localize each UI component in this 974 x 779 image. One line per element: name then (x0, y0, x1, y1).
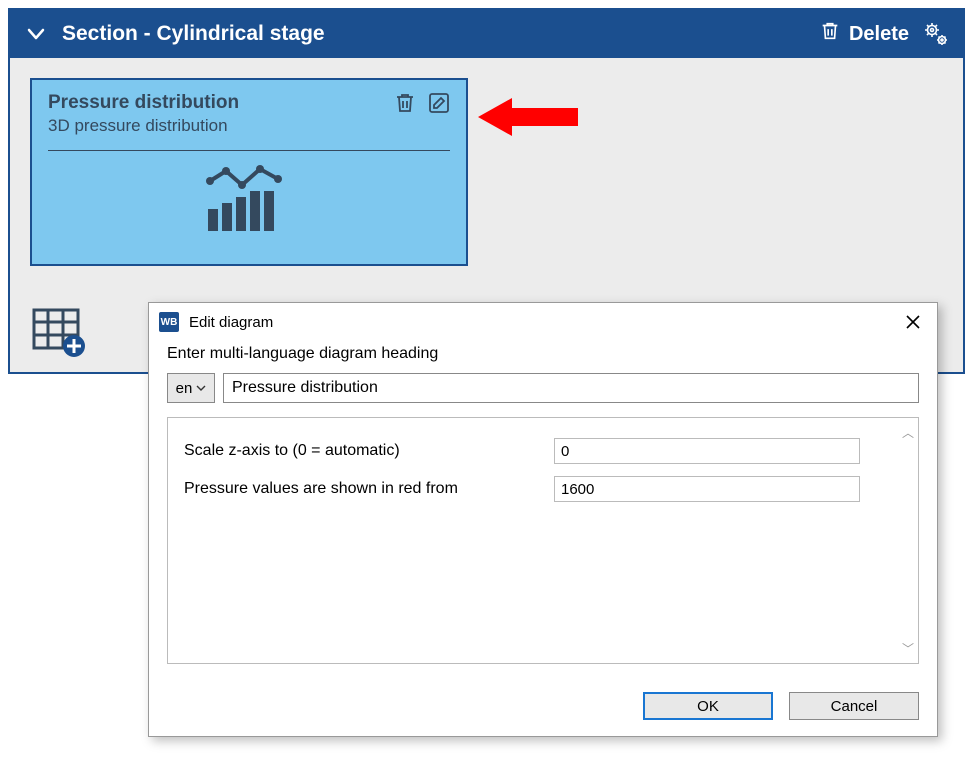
settings-gears-icon[interactable] (923, 21, 949, 47)
card-title: Pressure distribution (48, 92, 450, 114)
scale-z-input[interactable] (554, 438, 860, 464)
trash-icon (819, 20, 841, 48)
dialog-title: Edit diagram (189, 314, 889, 331)
heading-input[interactable] (223, 373, 919, 403)
card-delete-icon[interactable] (392, 90, 418, 116)
annotation-arrow-icon (478, 96, 578, 138)
dialog-instruction: Enter multi-language diagram heading (167, 345, 919, 363)
setting-row: Pressure values are shown in red from (184, 470, 892, 508)
app-logo-icon: WB (159, 312, 179, 332)
collapse-chevron-icon[interactable] (24, 22, 48, 46)
bar-chart-icon (48, 161, 450, 236)
delete-label: Delete (849, 23, 909, 46)
setting-label: Pressure values are shown in red from (184, 480, 554, 498)
ok-button[interactable]: OK (643, 692, 773, 720)
close-icon[interactable] (899, 308, 927, 336)
diagram-card[interactable]: Pressure distribution 3D pressure distri… (30, 78, 468, 266)
card-edit-icon[interactable] (426, 90, 452, 116)
setting-row: Scale z-axis to (0 = automatic) (184, 432, 892, 470)
cancel-button[interactable]: Cancel (789, 692, 919, 720)
section-title: Section - Cylindrical stage (62, 22, 819, 46)
settings-panel: ︿ Scale z-axis to (0 = automatic) Pressu… (167, 417, 919, 664)
scroll-up-icon[interactable]: ︿ (902, 424, 914, 441)
add-table-button[interactable] (30, 306, 88, 360)
chevron-down-icon (196, 380, 206, 397)
delete-section-button[interactable]: Delete (819, 20, 909, 48)
scroll-down-icon[interactable]: ﹀ (902, 640, 914, 657)
pressure-red-input[interactable] (554, 476, 860, 502)
language-value: en (176, 380, 193, 397)
dialog-titlebar: WB Edit diagram (149, 303, 937, 341)
edit-diagram-dialog: WB Edit diagram Enter multi-language dia… (148, 302, 938, 737)
setting-label: Scale z-axis to (0 = automatic) (184, 442, 554, 460)
card-divider (48, 150, 450, 151)
language-select[interactable]: en (167, 373, 215, 403)
section-header: Section - Cylindrical stage Delete (10, 10, 963, 58)
card-subtitle: 3D pressure distribution (48, 116, 450, 136)
